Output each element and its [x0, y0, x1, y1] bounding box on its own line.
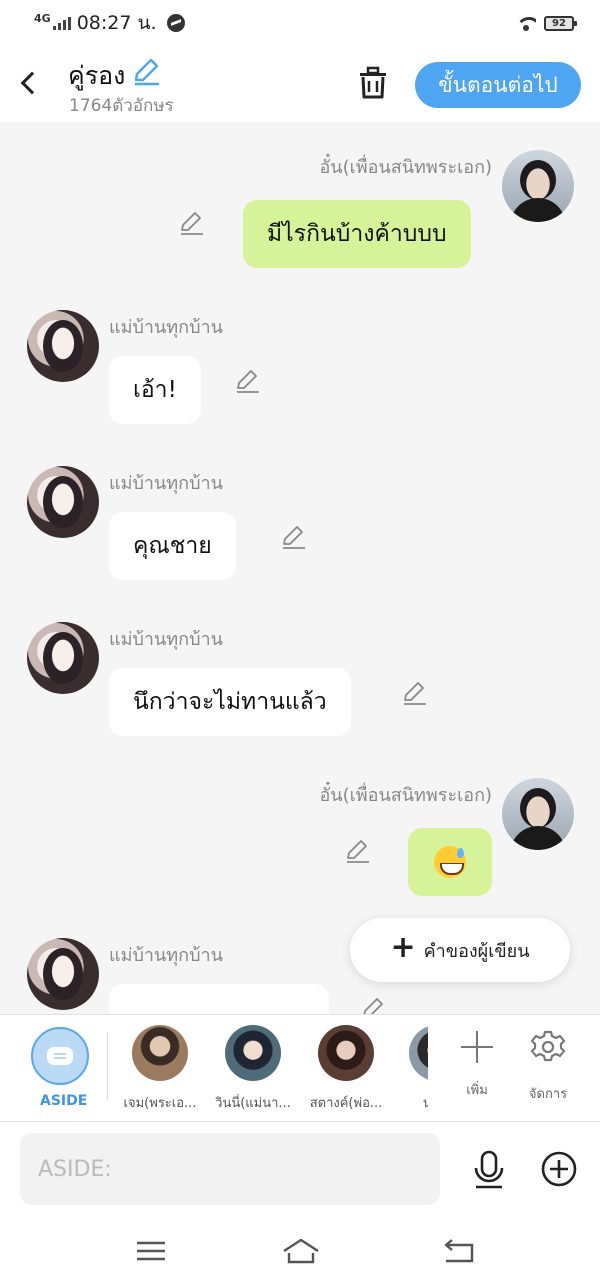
home-icon[interactable]: [281, 1236, 321, 1266]
signal-icon: [52, 16, 71, 30]
status-bar: 4G 08:27 น. 92: [0, 0, 600, 46]
character-item[interactable]: เจม(พระเอ...: [115, 1025, 205, 1113]
character-list[interactable]: เจม(พระเอ... วินนี่(แม่นา... สตางค์(พ่อ.…: [110, 1015, 428, 1123]
battery-icon: 92: [544, 15, 577, 31]
sender-name: แม่บ้านทุกบ้าน: [109, 317, 223, 338]
sender-name: แม่บ้านทุกบ้าน: [109, 945, 223, 966]
chat-header: คู่รอง 1764ตัวอักษร ขั้นตอนต่อไป: [0, 46, 600, 122]
menu-icon[interactable]: [134, 1236, 168, 1266]
edit-message-icon[interactable]: [361, 996, 387, 1014]
trash-icon[interactable]: [356, 66, 390, 100]
message-bubble[interactable]: [109, 984, 329, 1014]
character-avatar: [132, 1025, 188, 1081]
character-item[interactable]: สตางค์(พ่อ...: [301, 1025, 391, 1113]
message-bubble[interactable]: คุณชาย: [109, 512, 236, 580]
composer: [0, 1122, 600, 1218]
add-character-button[interactable]: เพิ่ม: [447, 1029, 507, 1100]
edit-title-icon[interactable]: [132, 58, 162, 86]
author-note-button[interactable]: + คำของผู้เขียน: [350, 918, 570, 982]
manage-label: จัดการ: [528, 1087, 568, 1102]
author-note-label: คำของผู้เขียน: [423, 940, 530, 962]
chat-bubble-icon: [47, 1047, 73, 1065]
gear-icon: [530, 1030, 566, 1062]
status-time: 08:27 น.: [76, 12, 157, 34]
edit-message-icon[interactable]: [179, 210, 205, 236]
character-avatar: [318, 1025, 374, 1081]
next-step-button[interactable]: ขั้นตอนต่อไป: [415, 62, 581, 108]
page-title: คู่รอง: [68, 61, 126, 90]
edit-message-icon[interactable]: [402, 680, 428, 706]
divider: [107, 1033, 108, 1101]
female-avatar[interactable]: [27, 622, 99, 694]
plus-icon: [459, 1029, 495, 1065]
microphone-icon[interactable]: [470, 1150, 508, 1190]
grinning-sweat-emoji: [434, 846, 466, 878]
character-avatar: [409, 1025, 428, 1081]
system-nav-bar: [0, 1218, 600, 1287]
wifi-icon: [516, 15, 536, 31]
aside-label: ASIDE: [40, 1093, 88, 1109]
male-avatar[interactable]: [502, 150, 574, 222]
plus-icon: +: [390, 930, 416, 965]
messenger-notification-icon: [166, 14, 185, 32]
sender-name: แม่บ้านทุกบ้าน: [109, 473, 223, 494]
message-bubble[interactable]: มีไรกินบ้างค้าบบบ: [243, 200, 471, 268]
edit-message-icon[interactable]: [235, 368, 261, 394]
female-avatar[interactable]: [27, 466, 99, 538]
edit-message-icon[interactable]: [345, 838, 371, 864]
character-item[interactable]: นายเ: [392, 1025, 428, 1113]
aside-button[interactable]: [31, 1027, 89, 1085]
character-name: สตางค์(พ่อ...: [309, 1096, 383, 1111]
back-button[interactable]: [16, 66, 40, 98]
character-item[interactable]: วินนี่(แม่นา...: [208, 1025, 298, 1113]
female-avatar[interactable]: [27, 938, 99, 1010]
character-avatar: [225, 1025, 281, 1081]
aside-input[interactable]: [20, 1133, 440, 1205]
message-bubble[interactable]: นึกว่าจะไม่ทานแล้ว: [109, 668, 351, 736]
edit-message-icon[interactable]: [281, 524, 307, 550]
message-bubble[interactable]: เอ้า!: [109, 356, 201, 424]
character-name: เจม(พระเอ...: [123, 1096, 197, 1111]
message-list[interactable]: อั๋น(เพื่อนสนิทพระเอก) มีไรกินบ้างค้าบบบ…: [0, 122, 600, 1014]
network-type: 4G: [34, 11, 51, 25]
male-avatar[interactable]: [502, 778, 574, 850]
character-selector: ASIDE เจม(พระเอ... วินนี่(แม่นา... สตางค…: [0, 1014, 600, 1122]
message-bubble[interactable]: [408, 828, 492, 896]
character-name: นายเ: [422, 1096, 428, 1111]
character-count: 1764ตัวอักษร: [69, 96, 174, 116]
manage-button[interactable]: จัดการ: [518, 1029, 578, 1104]
add-label: เพิ่ม: [466, 1083, 488, 1098]
sender-name: แม่บ้านทุกบ้าน: [109, 629, 223, 650]
back-nav-icon[interactable]: [442, 1236, 476, 1266]
sender-name: อั๋น(เพื่อนสนิทพระเอก): [319, 785, 492, 806]
add-circle-icon[interactable]: [541, 1151, 577, 1187]
female-avatar[interactable]: [27, 310, 99, 382]
character-name: วินนี่(แม่นา...: [215, 1096, 291, 1111]
sender-name: อั๋น(เพื่อนสนิทพระเอก): [319, 157, 492, 178]
